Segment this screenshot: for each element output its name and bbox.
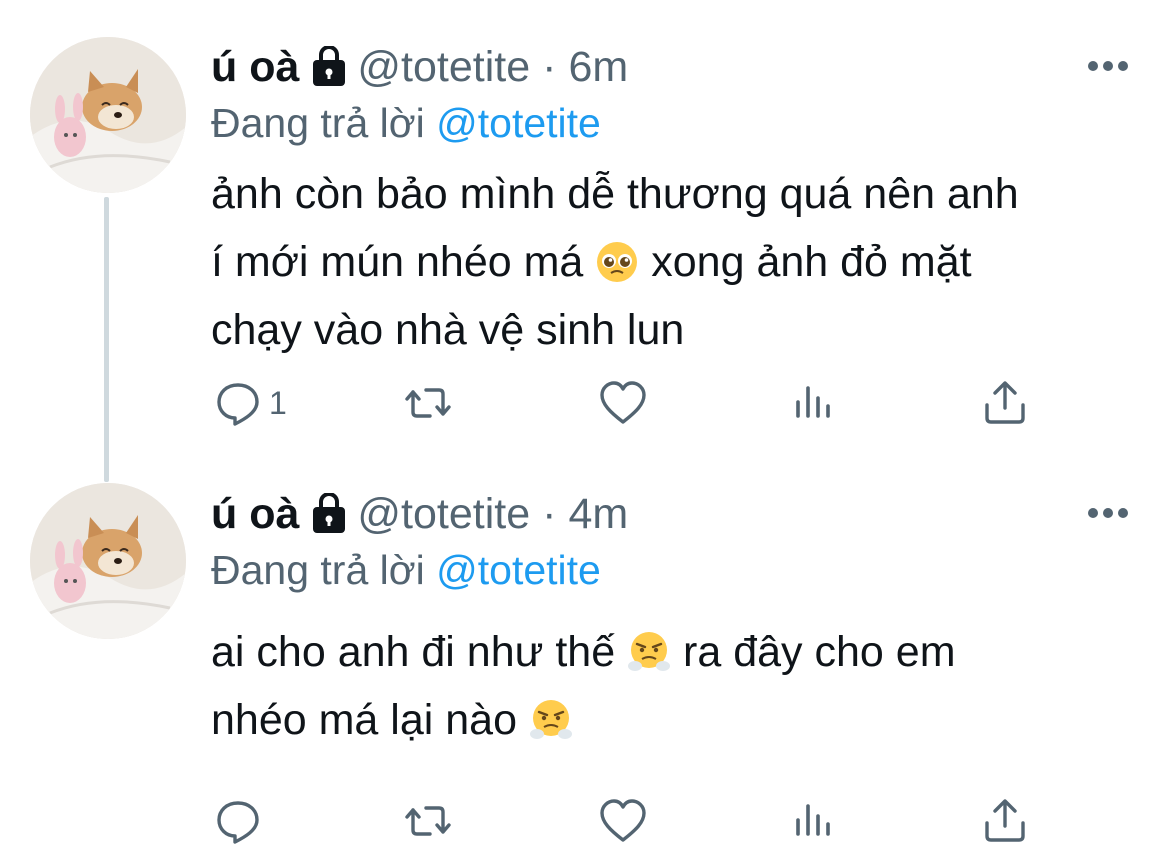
lock-icon — [309, 45, 349, 88]
timestamp[interactable]: 4m — [568, 490, 628, 539]
reply-icon — [217, 801, 259, 844]
retweet-button[interactable] — [403, 378, 453, 428]
share-icon — [985, 381, 1025, 424]
text-line-with-emoji: í mới mún nhéo má xong ảnh đỏ mặt — [211, 228, 1141, 296]
text-segment: ai cho anh đi như thế — [211, 628, 616, 676]
views-button[interactable] — [790, 378, 840, 428]
user-handle[interactable]: @totetite — [357, 490, 530, 539]
face-with-steam-emoji — [529, 694, 573, 739]
replying-to: Đang trả lời @totetite — [211, 100, 601, 147]
like-icon — [600, 799, 646, 842]
tweet-text: ảnh còn bảo mình dễ thương quá nên anh í… — [211, 160, 1141, 364]
tweet-header: ú oà @totetite · 4m — [211, 484, 628, 544]
separator-dot: · — [542, 489, 557, 538]
tweet[interactable]: ú oà @totetite · 6m Đang trả lời @toteti… — [0, 0, 1170, 470]
timestamp[interactable]: 6m — [568, 43, 628, 92]
text-line: chạy vào nhà vệ sinh lun — [211, 306, 685, 354]
reply-icon — [217, 383, 259, 426]
pleading-face-emoji — [595, 236, 639, 282]
avatar[interactable] — [30, 483, 186, 639]
lock-icon — [309, 492, 349, 535]
share-icon — [985, 799, 1025, 842]
share-button[interactable] — [980, 378, 1030, 428]
reply-button[interactable] — [213, 796, 269, 846]
display-name[interactable]: ú oà — [211, 43, 299, 92]
like-button[interactable] — [598, 796, 648, 846]
text-segment: í mới mún nhéo má — [211, 238, 584, 286]
share-button[interactable] — [980, 796, 1030, 846]
like-icon — [600, 381, 646, 424]
avatar[interactable] — [30, 37, 186, 193]
views-button[interactable] — [790, 796, 840, 846]
retweet-icon — [405, 388, 451, 418]
retweet-icon — [405, 806, 451, 836]
tweet-header: ú oà @totetite · 6m — [211, 37, 628, 97]
tweet[interactable]: ú oà @totetite · 4m Đang trả lời @toteti… — [0, 470, 1170, 865]
like-button[interactable] — [598, 378, 648, 428]
more-icon[interactable] — [1086, 506, 1130, 520]
user-handle[interactable]: @totetite — [357, 43, 530, 92]
retweet-button[interactable] — [403, 796, 453, 846]
replying-to: Đang trả lời @totetite — [211, 547, 601, 594]
reply-button[interactable]: 1 — [213, 378, 287, 428]
text-line: ảnh còn bảo mình dễ thương quá nên anh — [211, 170, 1019, 218]
mention-link[interactable]: @totetite — [436, 100, 601, 146]
text-segment: ra đây cho em — [683, 628, 956, 676]
text-segment: nhéo má lại nào — [211, 696, 517, 744]
replying-to-label: Đang trả lời — [211, 547, 425, 593]
more-icon[interactable] — [1086, 59, 1130, 73]
action-bar — [0, 796, 1170, 856]
text-line-with-emoji: nhéo má lại nào — [211, 686, 1141, 754]
replying-to-label: Đang trả lời — [211, 100, 425, 146]
views-icon — [796, 804, 830, 836]
text-segment: xong ảnh đỏ mặt — [651, 238, 972, 286]
mention-link[interactable]: @totetite — [436, 547, 601, 593]
face-with-steam-emoji — [627, 626, 671, 671]
tweet-text: ai cho anh đi như thế ra đây cho em nhéo… — [211, 618, 1141, 754]
reply-thread: ú oà @totetite · 6m Đang trả lời @toteti… — [0, 0, 1170, 865]
text-line-with-emoji: ai cho anh đi như thế ra đây cho em — [211, 618, 1141, 686]
views-icon — [796, 386, 830, 418]
reply-count: 1 — [269, 384, 287, 421]
separator-dot: · — [542, 42, 557, 91]
display-name[interactable]: ú oà — [211, 490, 299, 539]
action-bar: 1 — [0, 378, 1170, 438]
